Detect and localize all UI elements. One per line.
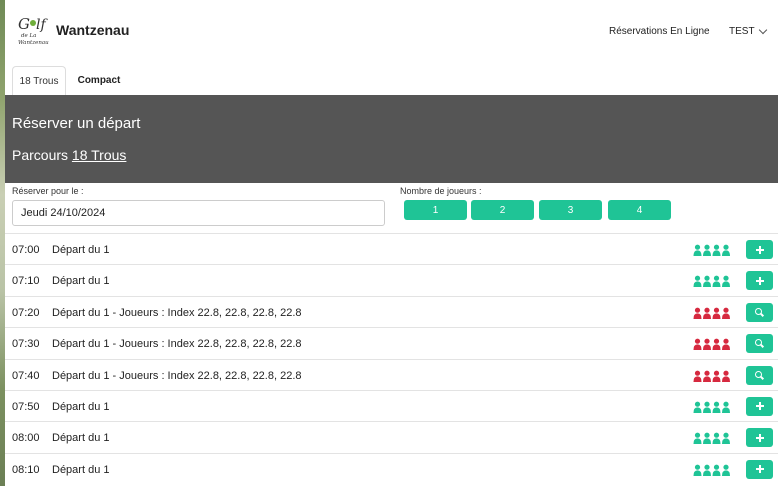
tee-time: 07:10 <box>12 275 40 288</box>
plus-icon <box>755 433 764 442</box>
online-reservations-link[interactable]: Réservations En Ligne <box>609 26 710 37</box>
tee-time-description: Départ du 1 - Joueurs : Index 22.8, 22.8… <box>52 369 302 382</box>
top-navbar: G lf de La Wantzenau Wantzenau Réservati… <box>5 0 778 62</box>
tee-time-row: 08:00 Départ du 1 <box>5 421 778 452</box>
tee-time: 07:20 <box>12 306 40 319</box>
user-menu-label: TEST <box>729 26 755 37</box>
tee-time-row: 07:50 Départ du 1 <box>5 389 778 421</box>
page-title: Réserver un départ <box>12 115 141 132</box>
golf-logo[interactable]: G lf de La Wantzenau <box>17 12 53 48</box>
svg-text:Wantzenau: Wantzenau <box>18 40 49 46</box>
tee-time-description: Départ du 1 <box>52 275 110 288</box>
tee-time-description: Départ du 1 - Joueurs : Index 22.8, 22.8… <box>52 338 302 351</box>
course-prefix: Parcours <box>12 147 69 163</box>
course-subtitle: Parcours 18 Trous <box>12 147 126 163</box>
players-4-button[interactable]: 4 <box>608 200 671 220</box>
plus-icon <box>755 276 764 285</box>
course-link[interactable]: 18 Trous <box>72 147 126 163</box>
tab-18-trous[interactable]: 18 Trous <box>12 66 66 95</box>
tee-time-description: Départ du 1 <box>52 244 110 256</box>
add-booking-button[interactable] <box>746 459 773 479</box>
view-booking-button[interactable] <box>746 334 773 354</box>
add-booking-button[interactable] <box>746 271 773 291</box>
players-status-icon <box>693 244 731 256</box>
players-status-icon <box>693 307 731 319</box>
players-status-icon <box>693 401 731 413</box>
tee-time-row: 07:40 Départ du 1 - Joueurs : Index 22.8,… <box>5 358 778 390</box>
tab-compact[interactable]: Compact <box>71 66 127 95</box>
players-status-icon <box>693 275 731 288</box>
players-status-icon <box>693 432 731 445</box>
svg-text:lf: lf <box>36 17 48 33</box>
plus-icon <box>755 402 764 411</box>
date-input[interactable]: Jeudi 24/10/2024 <box>12 200 385 226</box>
players-status-icon <box>693 370 731 382</box>
tee-time-description: Départ du 1 <box>52 432 110 445</box>
plus-icon <box>755 465 764 474</box>
add-booking-button[interactable] <box>746 428 773 448</box>
date-label: Réserver pour le : <box>12 186 84 196</box>
tee-time: 07:00 <box>12 244 40 256</box>
players-1-button[interactable]: 1 <box>404 200 467 220</box>
tee-time-description: Départ du 1 <box>52 400 110 413</box>
tee-time-list: 07:00 Départ du 1 07:10 Départ du 1 07:20 Dép… <box>5 233 778 484</box>
svg-text:G: G <box>18 15 30 33</box>
user-menu[interactable]: TEST <box>729 25 767 37</box>
tee-time: 08:00 <box>12 432 40 445</box>
tee-time-row: 07:20 Départ du 1 - Joueurs : Index 22.8,… <box>5 295 778 327</box>
view-booking-button[interactable] <box>746 302 773 322</box>
tee-time: 07:50 <box>12 400 40 413</box>
tee-time: 08:10 <box>12 463 40 476</box>
players-3-button[interactable]: 3 <box>539 200 602 220</box>
svg-text:de La: de La <box>21 33 36 39</box>
tee-time-row: 07:00 Départ du 1 <box>5 233 778 264</box>
players-status-icon <box>693 464 731 476</box>
add-booking-button[interactable] <box>746 396 773 416</box>
tee-time-row: 08:10 Départ du 1 <box>5 452 778 484</box>
booking-form: Réserver pour le : Jeudi 24/10/2024 Nomb… <box>5 183 778 233</box>
tee-time: 07:30 <box>12 338 40 351</box>
tee-time-description: Départ du 1 - Joueurs : Index 22.8, 22.8… <box>52 306 302 319</box>
add-booking-button[interactable] <box>746 240 773 259</box>
players-2-button[interactable]: 2 <box>471 200 534 220</box>
search-icon <box>755 307 764 317</box>
course-tabs: 18 Trous Compact <box>5 66 778 95</box>
players-status-icon <box>693 338 731 351</box>
brand-name[interactable]: Wantzenau <box>56 22 129 38</box>
tee-time: 07:40 <box>12 369 40 382</box>
tee-time-row: 07:10 Départ du 1 <box>5 264 778 295</box>
search-icon <box>755 339 764 348</box>
players-label: Nombre de joueurs : <box>400 186 482 196</box>
booking-header: Réserver un départ Parcours 18 Trous <box>5 95 778 183</box>
plus-icon <box>755 245 764 254</box>
chevron-down-icon <box>758 25 767 35</box>
view-booking-button[interactable] <box>746 365 773 385</box>
tee-time-description: Départ du 1 <box>52 463 110 476</box>
search-icon <box>755 370 764 380</box>
tee-time-row: 07:30 Départ du 1 - Joueurs : Index 22.8,… <box>5 327 778 358</box>
